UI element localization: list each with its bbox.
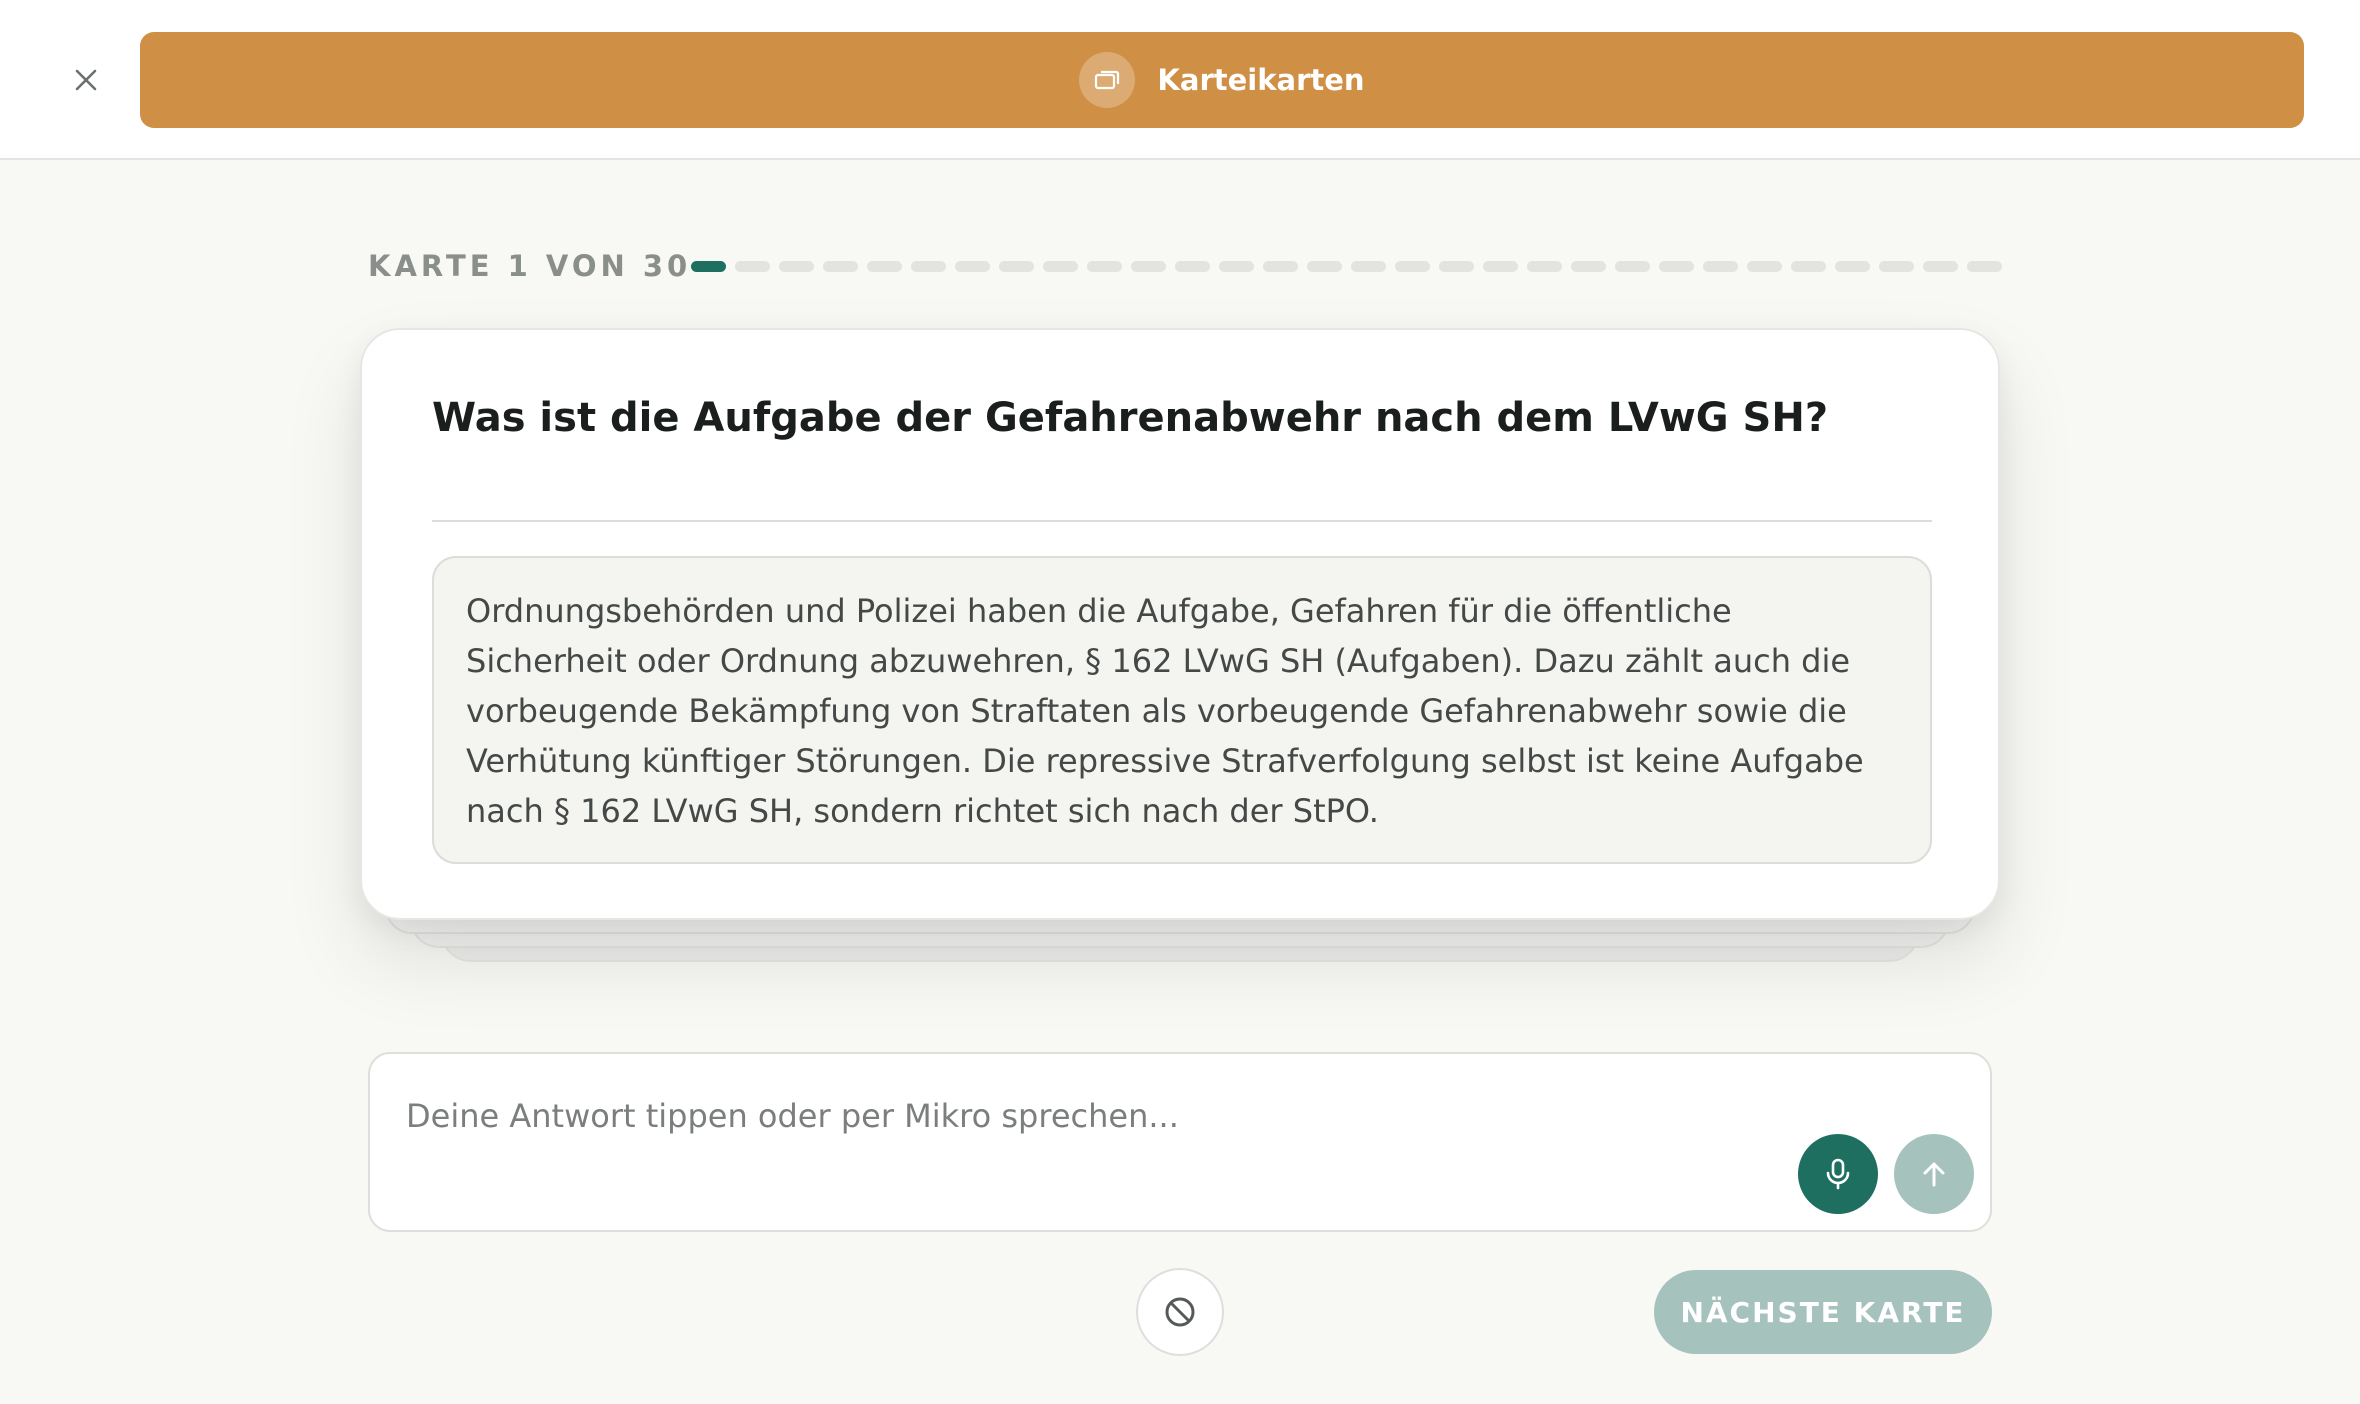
progress-dot [779, 260, 815, 272]
progress-dot [735, 260, 771, 272]
progress-dot [1571, 260, 1607, 272]
progress-dot [1835, 260, 1871, 272]
progress-dot [1923, 260, 1959, 272]
progress-dot [1175, 260, 1211, 272]
progress-dot [1615, 260, 1651, 272]
progress-dot [1879, 260, 1915, 272]
progress-dot [999, 260, 1035, 272]
answer-input[interactable] [406, 1090, 1706, 1142]
microphone-icon [1826, 1158, 1850, 1190]
block-icon [1165, 1297, 1195, 1327]
page-title: Karteikarten [1157, 63, 1365, 97]
progress-dot [955, 260, 991, 272]
progress-dot [1043, 260, 1079, 272]
flashcard: Was ist die Aufgabe der Gefahrenabwehr n… [360, 328, 2000, 920]
progress-dot [867, 260, 903, 272]
card-answer: Ordnungsbehörden und Polizei haben die A… [432, 556, 1932, 864]
header-banner: Karteikarten [140, 32, 2304, 128]
progress-dot [1351, 260, 1387, 272]
send-button[interactable] [1894, 1134, 1974, 1214]
progress-dots [691, 260, 2003, 272]
progress-indicator: KARTE 1 VON 30 [368, 246, 2003, 286]
progress-dot [1307, 260, 1343, 272]
card-divider [432, 520, 1932, 522]
progress-dot [1219, 260, 1255, 272]
progress-dot-active [691, 260, 727, 272]
progress-dot [823, 260, 859, 272]
answer-input-box [368, 1052, 1992, 1232]
arrow-up-icon [1923, 1162, 1945, 1187]
progress-dot [1747, 260, 1783, 272]
progress-dot [911, 260, 947, 272]
progress-dot [1263, 260, 1299, 272]
progress-label: KARTE 1 VON 30 [368, 249, 692, 283]
progress-dot [1087, 260, 1123, 272]
progress-dot [1791, 260, 1827, 272]
progress-dot [1659, 260, 1695, 272]
progress-dot [1483, 260, 1519, 272]
top-bar: Karteikarten [0, 0, 2360, 160]
progress-dot [1967, 260, 2003, 272]
microphone-button[interactable] [1798, 1134, 1878, 1214]
close-icon [75, 69, 97, 91]
progress-dot [1395, 260, 1431, 272]
progress-dot [1703, 260, 1739, 272]
progress-dot [1527, 260, 1563, 272]
cards-icon [1079, 52, 1136, 108]
progress-dot [1131, 260, 1167, 272]
card-question: Was ist die Aufgabe der Gefahrenabwehr n… [432, 395, 1829, 441]
close-button[interactable] [60, 56, 112, 104]
progress-dot [1439, 260, 1475, 272]
skip-button[interactable] [1136, 1268, 1224, 1356]
next-card-button[interactable]: NÄCHSTE KARTE [1654, 1270, 1992, 1354]
